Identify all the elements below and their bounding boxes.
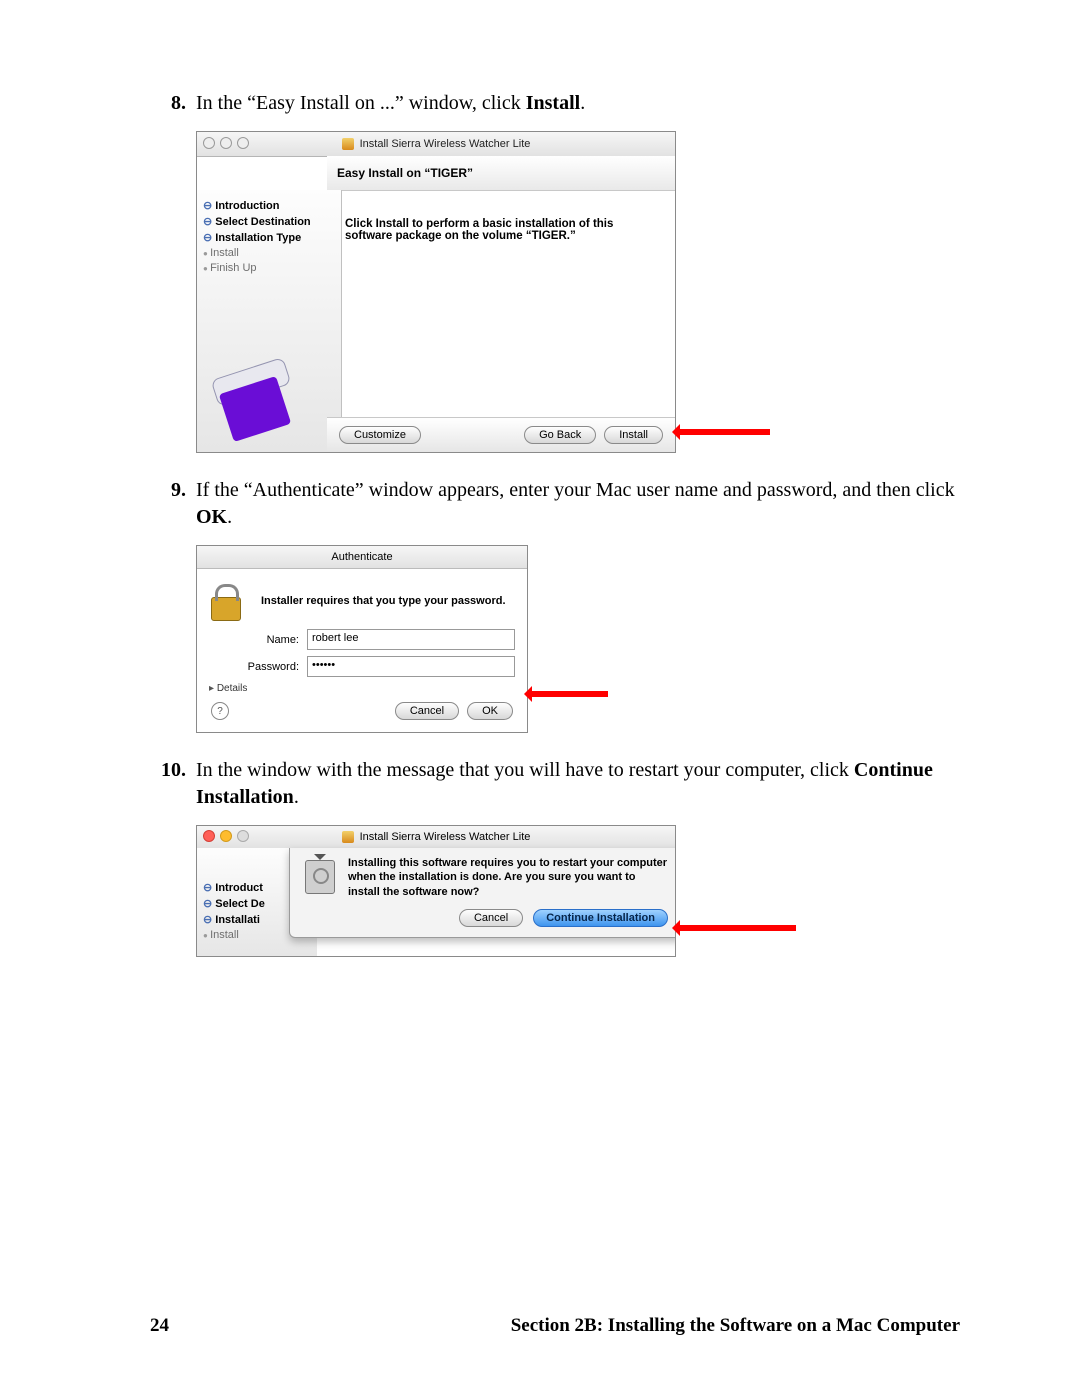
step-8: 8. In the “Easy Install on ...” window, …: [150, 90, 960, 117]
confirmation-message: Installing this software requires you to…: [348, 856, 668, 899]
password-row: Password: ••••••: [209, 656, 515, 677]
name-input[interactable]: robert lee: [307, 629, 515, 650]
traffic-lights: [203, 137, 249, 149]
installer-subtitle: Easy Install on “TIGER”: [327, 156, 675, 191]
page-footer: 24 Section 2B: Installing the Software o…: [150, 1315, 960, 1337]
password-input[interactable]: ••••••: [307, 656, 515, 677]
window-title-text: Install Sierra Wireless Watcher Lite: [360, 138, 531, 150]
sidebar-select-destination: Select Destination: [203, 215, 333, 228]
installer-footer: Customize Go Back Install: [327, 417, 675, 452]
installer-sidebar: Introduction Select Destination Installa…: [197, 190, 342, 452]
screenshot-3-wrap: Install Sierra Wireless Watcher Lite Int…: [196, 825, 960, 957]
password-label: Password:: [209, 661, 307, 673]
screenshot-1-wrap: Install Sierra Wireless Watcher Lite Eas…: [196, 131, 960, 453]
authenticate-footer: ? Cancel OK: [209, 698, 515, 726]
zoom-icon[interactable]: [237, 137, 249, 149]
ok-button[interactable]: OK: [467, 702, 513, 720]
step-9-text-a: If the “Authenticate” window appears, en…: [196, 479, 955, 501]
hard-drive-icon: [300, 856, 340, 900]
step-10-text: In the window with the message that you …: [196, 757, 960, 811]
go-back-button[interactable]: Go Back: [524, 426, 596, 444]
step-10-text-a: In the window with the message that you …: [196, 759, 854, 781]
authenticate-message: Installer requires that you type your pa…: [261, 595, 506, 607]
screenshot-2-wrap: Authenticate Installer requires that you…: [196, 545, 960, 733]
confirmation-sheet: Installing this software requires you to…: [289, 848, 676, 938]
authenticate-header: Installer requires that you type your pa…: [209, 579, 515, 623]
installer-body-line1: Click Install to perform a basic install…: [345, 218, 657, 230]
step-10-number: 10.: [150, 757, 196, 811]
step-10: 10. In the window with the message that …: [150, 757, 960, 811]
step-8-text: In the “Easy Install on ...” window, cli…: [196, 90, 960, 117]
minimize-icon[interactable]: [220, 830, 232, 842]
cancel-button[interactable]: Cancel: [459, 909, 523, 927]
sidebar-finish-up: Finish Up: [203, 262, 333, 274]
window-titlebar: Install Sierra Wireless Watcher Lite: [197, 132, 675, 157]
step-9-tail: .: [227, 506, 232, 528]
step-8-tail: .: [580, 92, 585, 114]
package-box-icon: [203, 362, 313, 442]
traffic-lights: [203, 830, 249, 842]
window-title-group: Install Sierra Wireless Watcher Lite: [342, 138, 531, 150]
cancel-button[interactable]: Cancel: [395, 702, 459, 720]
callout-arrow-icon: [528, 691, 608, 697]
details-disclosure[interactable]: Details: [209, 683, 515, 694]
close-icon[interactable]: [203, 137, 215, 149]
installer-window: Install Sierra Wireless Watcher Lite Eas…: [196, 131, 676, 453]
callout-arrow-icon: [676, 429, 770, 435]
installer-body-line2: software package on the volume “TIGER.”: [345, 230, 657, 242]
authenticate-title: Authenticate: [197, 546, 527, 569]
step-8-number: 8.: [150, 90, 196, 117]
package-icon: [342, 831, 354, 843]
minimize-icon[interactable]: [220, 137, 232, 149]
name-row: Name: robert lee: [209, 629, 515, 650]
step-9-bold: OK: [196, 506, 227, 528]
step-9-text: If the “Authenticate” window appears, en…: [196, 477, 960, 531]
name-label: Name:: [209, 634, 307, 646]
step-9-number: 9.: [150, 477, 196, 531]
help-icon[interactable]: ?: [211, 702, 229, 720]
customize-button[interactable]: Customize: [339, 426, 421, 444]
step-9: 9. If the “Authenticate” window appears,…: [150, 477, 960, 531]
close-icon[interactable]: [203, 830, 215, 842]
authenticate-dialog: Authenticate Installer requires that you…: [196, 545, 528, 733]
install-button[interactable]: Install: [604, 426, 663, 444]
restart-sheet-window: Install Sierra Wireless Watcher Lite Int…: [196, 825, 676, 957]
zoom-icon[interactable]: [237, 830, 249, 842]
sidebar-install: Install: [203, 247, 333, 259]
continue-installation-button[interactable]: Continue Installation: [533, 909, 668, 927]
page-number: 24: [150, 1315, 169, 1337]
sidebar-introduction: Introduction: [203, 199, 333, 212]
callout-arrow-icon: [676, 925, 796, 931]
step-10-tail: .: [294, 786, 299, 808]
step-8-bold: Install: [526, 92, 580, 114]
lock-icon: [209, 579, 253, 623]
window-title-text: Install Sierra Wireless Watcher Lite: [360, 831, 531, 843]
package-icon: [342, 138, 354, 150]
window-titlebar: Install Sierra Wireless Watcher Lite: [197, 826, 675, 849]
step-8-text-a: In the “Easy Install on ...” window, cli…: [196, 92, 526, 114]
section-title: Section 2B: Installing the Software on a…: [511, 1315, 960, 1337]
installer-body: Click Install to perform a basic install…: [327, 190, 675, 418]
sidebar-installation-type: Installation Type: [203, 231, 333, 244]
